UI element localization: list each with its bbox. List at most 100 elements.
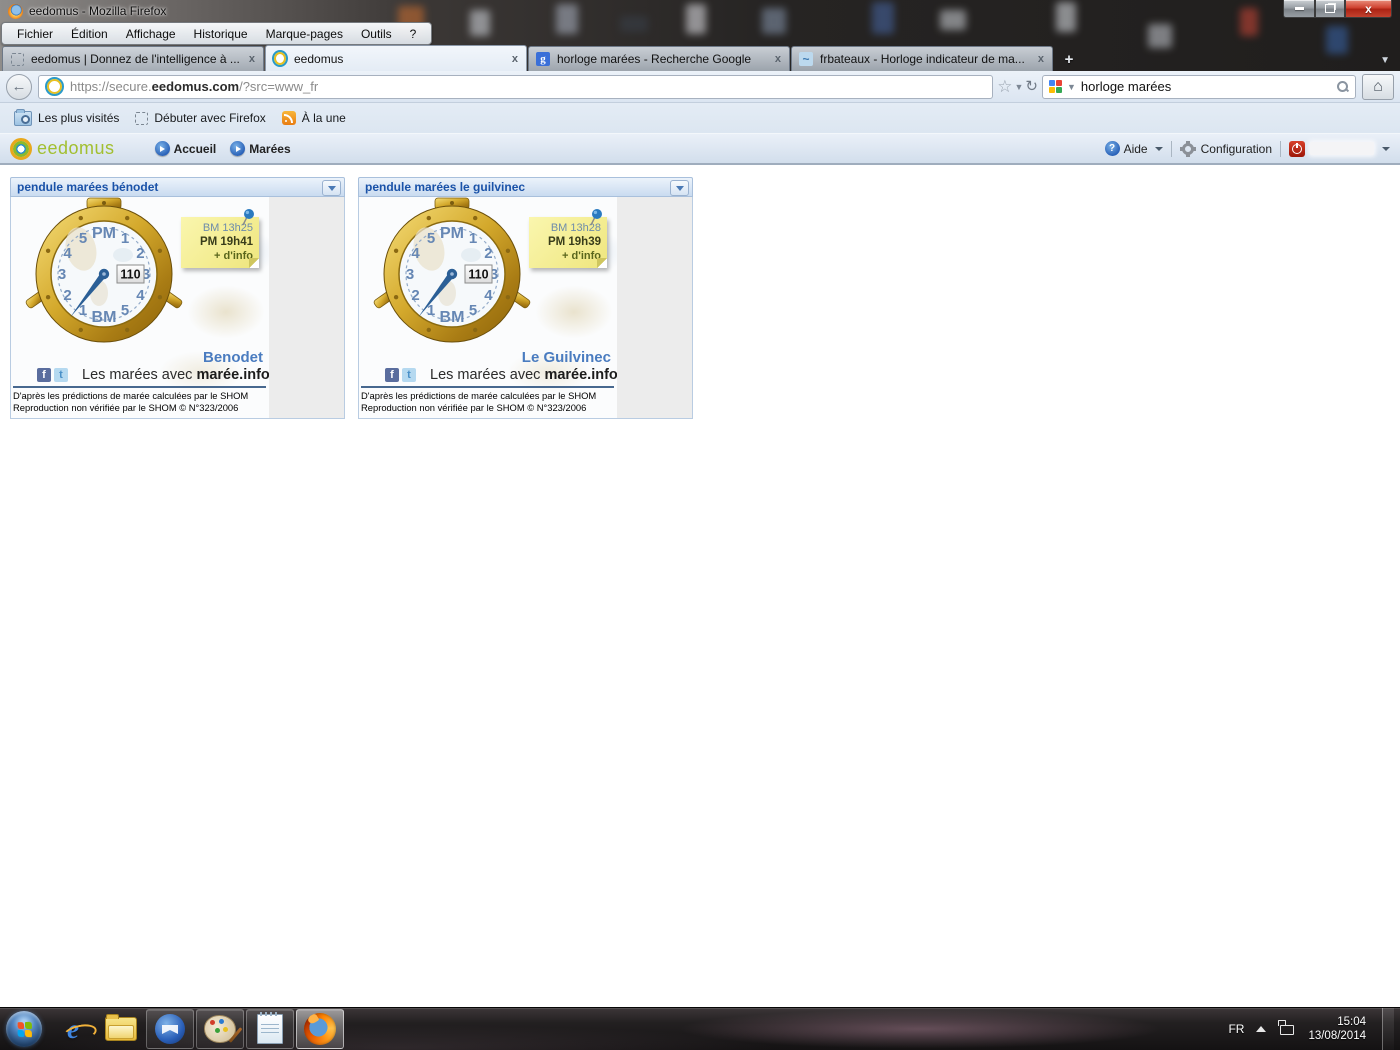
menu-outils[interactable]: Outils	[352, 25, 401, 43]
menu-edition[interactable]: Édition	[62, 25, 117, 43]
configuration-menu[interactable]: Configuration	[1180, 141, 1272, 157]
internet-explorer-icon: e	[67, 1016, 79, 1043]
svg-text:2: 2	[411, 287, 419, 304]
svg-text:4: 4	[63, 245, 72, 262]
tab-strip: eedomus | Donnez de l'intelligence à ...…	[0, 46, 1400, 71]
account-name-redacted	[1310, 142, 1374, 155]
svg-text:BM: BM	[92, 309, 117, 326]
widget-dropdown-button[interactable]	[670, 180, 689, 196]
gear-icon	[1180, 141, 1196, 157]
tab-close-icon[interactable]: x	[1036, 53, 1046, 65]
tab-close-icon[interactable]: x	[510, 53, 520, 65]
search-input[interactable]: horloge marées	[1081, 79, 1331, 94]
taskbar-firefox[interactable]	[296, 1009, 344, 1049]
list-all-tabs-icon[interactable]: ▼	[1380, 55, 1390, 66]
tray-clock[interactable]: 15:04 13/08/2014	[1308, 1015, 1366, 1043]
svg-text:PM: PM	[92, 225, 116, 242]
eedomus-logo-icon[interactable]	[10, 138, 32, 160]
show-desktop-button[interactable]	[1382, 1008, 1394, 1050]
restore-button[interactable]	[1315, 0, 1345, 18]
menu-fichier[interactable]: Fichier	[8, 25, 62, 43]
arrow-circle-icon	[155, 141, 170, 156]
tab-close-icon[interactable]: x	[247, 53, 257, 65]
tab-close-icon[interactable]: x	[773, 53, 783, 65]
desktop-icon-blur	[1148, 24, 1172, 48]
pushpin-icon	[240, 208, 256, 226]
eedomus-brand[interactable]: eedomus	[37, 138, 115, 159]
menu-affichage[interactable]: Affichage	[117, 25, 185, 43]
chevron-down-icon[interactable]: ▼	[1015, 82, 1024, 92]
svg-text:5: 5	[469, 302, 477, 319]
widget-header[interactable]: pendule marées le guilvinec	[358, 177, 693, 197]
tide-location: Le Guilvinec	[522, 349, 611, 366]
twitter-icon[interactable]: t	[54, 368, 68, 382]
taskbar-notepad[interactable]	[246, 1009, 294, 1049]
menu-strip: Fichier Édition Affichage Historique Mar…	[1, 22, 432, 45]
url-bar[interactable]: https://secure.eedomus.com/?src=www_fr	[38, 75, 993, 99]
language-indicator[interactable]: FR	[1228, 1022, 1244, 1036]
facebook-icon[interactable]: f	[385, 368, 399, 382]
more-info-link[interactable]: + d'info	[185, 249, 253, 263]
bookmarks-toolbar: Les plus visités Débuter avec Firefox À …	[0, 103, 1400, 133]
more-info-link[interactable]: + d'info	[533, 249, 601, 263]
account-menu[interactable]	[1289, 141, 1390, 157]
tide-note[interactable]: BM 13h28 PM 19h39 + d'info	[529, 217, 607, 268]
thunderbird-icon	[155, 1014, 185, 1044]
bookmark-star-icon[interactable]: ☆	[997, 78, 1012, 95]
taskbar-windows-explorer[interactable]	[98, 1010, 144, 1048]
menu-marque-pages[interactable]: Marque-pages	[257, 25, 352, 43]
svg-text:4: 4	[136, 287, 145, 304]
widget-header[interactable]: pendule marées bénodet	[10, 177, 345, 197]
taskbar-paint[interactable]	[196, 1009, 244, 1049]
widget-row: pendule marées bénodet	[0, 166, 1400, 419]
help-menu[interactable]: ? Aide	[1105, 141, 1163, 156]
tab-frbateaux[interactable]: ~ frbateaux - Horloge indicateur de ma..…	[791, 46, 1053, 71]
svg-text:4: 4	[411, 245, 420, 262]
network-icon[interactable]	[1278, 1022, 1296, 1036]
facebook-icon[interactable]: f	[37, 368, 51, 382]
close-button[interactable]: x	[1345, 0, 1392, 18]
pushpin-icon	[588, 208, 604, 226]
divider	[13, 386, 266, 388]
hidden-icons-arrow-icon[interactable]	[1256, 1026, 1266, 1032]
menu-historique[interactable]: Historique	[185, 25, 257, 43]
taskbar-thunderbird[interactable]	[146, 1009, 194, 1049]
eedomus-rings-icon	[272, 51, 288, 67]
search-bar[interactable]: ▼ horloge marées	[1042, 75, 1356, 99]
maree-info-brand: marée.info	[544, 367, 617, 383]
svg-text:5: 5	[427, 230, 435, 247]
start-button[interactable]	[6, 1011, 42, 1047]
smart-folder-icon	[14, 111, 32, 126]
widget-dropdown-button[interactable]	[322, 180, 341, 196]
maree-info-brand: marée.info	[196, 367, 269, 383]
divider	[361, 386, 614, 388]
back-button[interactable]: ←	[6, 74, 32, 100]
placeholder-dashed-icon	[135, 112, 148, 125]
home-button[interactable]: ⌂	[1362, 74, 1394, 100]
google-search-engine-icon[interactable]	[1049, 80, 1062, 93]
minimize-button[interactable]	[1283, 0, 1315, 18]
site-identity-icon[interactable]	[45, 77, 64, 96]
search-engine-chevron-icon[interactable]: ▼	[1067, 82, 1076, 92]
taskbar-internet-explorer[interactable]: e	[50, 1010, 96, 1048]
twitter-icon[interactable]: t	[402, 368, 416, 382]
search-icon[interactable]	[1336, 80, 1349, 93]
tab-eedomus-secure[interactable]: eedomus x	[265, 45, 527, 71]
nav-marees[interactable]: Marées	[230, 141, 290, 156]
tab-google-search[interactable]: g horloge marées - Recherche Google x	[528, 46, 790, 71]
bookmark-getting-started[interactable]: Débuter avec Firefox	[129, 108, 271, 128]
new-tab-button[interactable]: +	[1057, 49, 1081, 69]
tide-clock-image[interactable]: PM BM 1 2 3 4 5 1 2 3 4 5	[359, 197, 617, 418]
page-content: pendule marées bénodet	[0, 166, 1400, 1008]
bookmark-latest-headlines[interactable]: À la une	[276, 108, 352, 128]
tide-clock-image[interactable]: PM BM 1 2 3 4 5 1 2 3 4 5	[11, 197, 269, 418]
menu-aide[interactable]: ?	[401, 25, 426, 43]
tide-note[interactable]: BM 13h25 PM 19h41 + d'info	[181, 217, 259, 268]
window-titlebar[interactable]: eedomus - Mozilla Firefox	[0, 0, 1400, 22]
nav-accueil[interactable]: Accueil	[155, 141, 217, 156]
bookmark-most-visited[interactable]: Les plus visités	[8, 108, 125, 129]
notepad-icon	[257, 1014, 283, 1044]
reload-icon[interactable]: ↻	[1025, 79, 1038, 94]
url-text[interactable]: https://secure.eedomus.com/?src=www_fr	[70, 79, 318, 94]
tab-eedomus-www[interactable]: eedomus | Donnez de l'intelligence à ...…	[2, 46, 264, 71]
